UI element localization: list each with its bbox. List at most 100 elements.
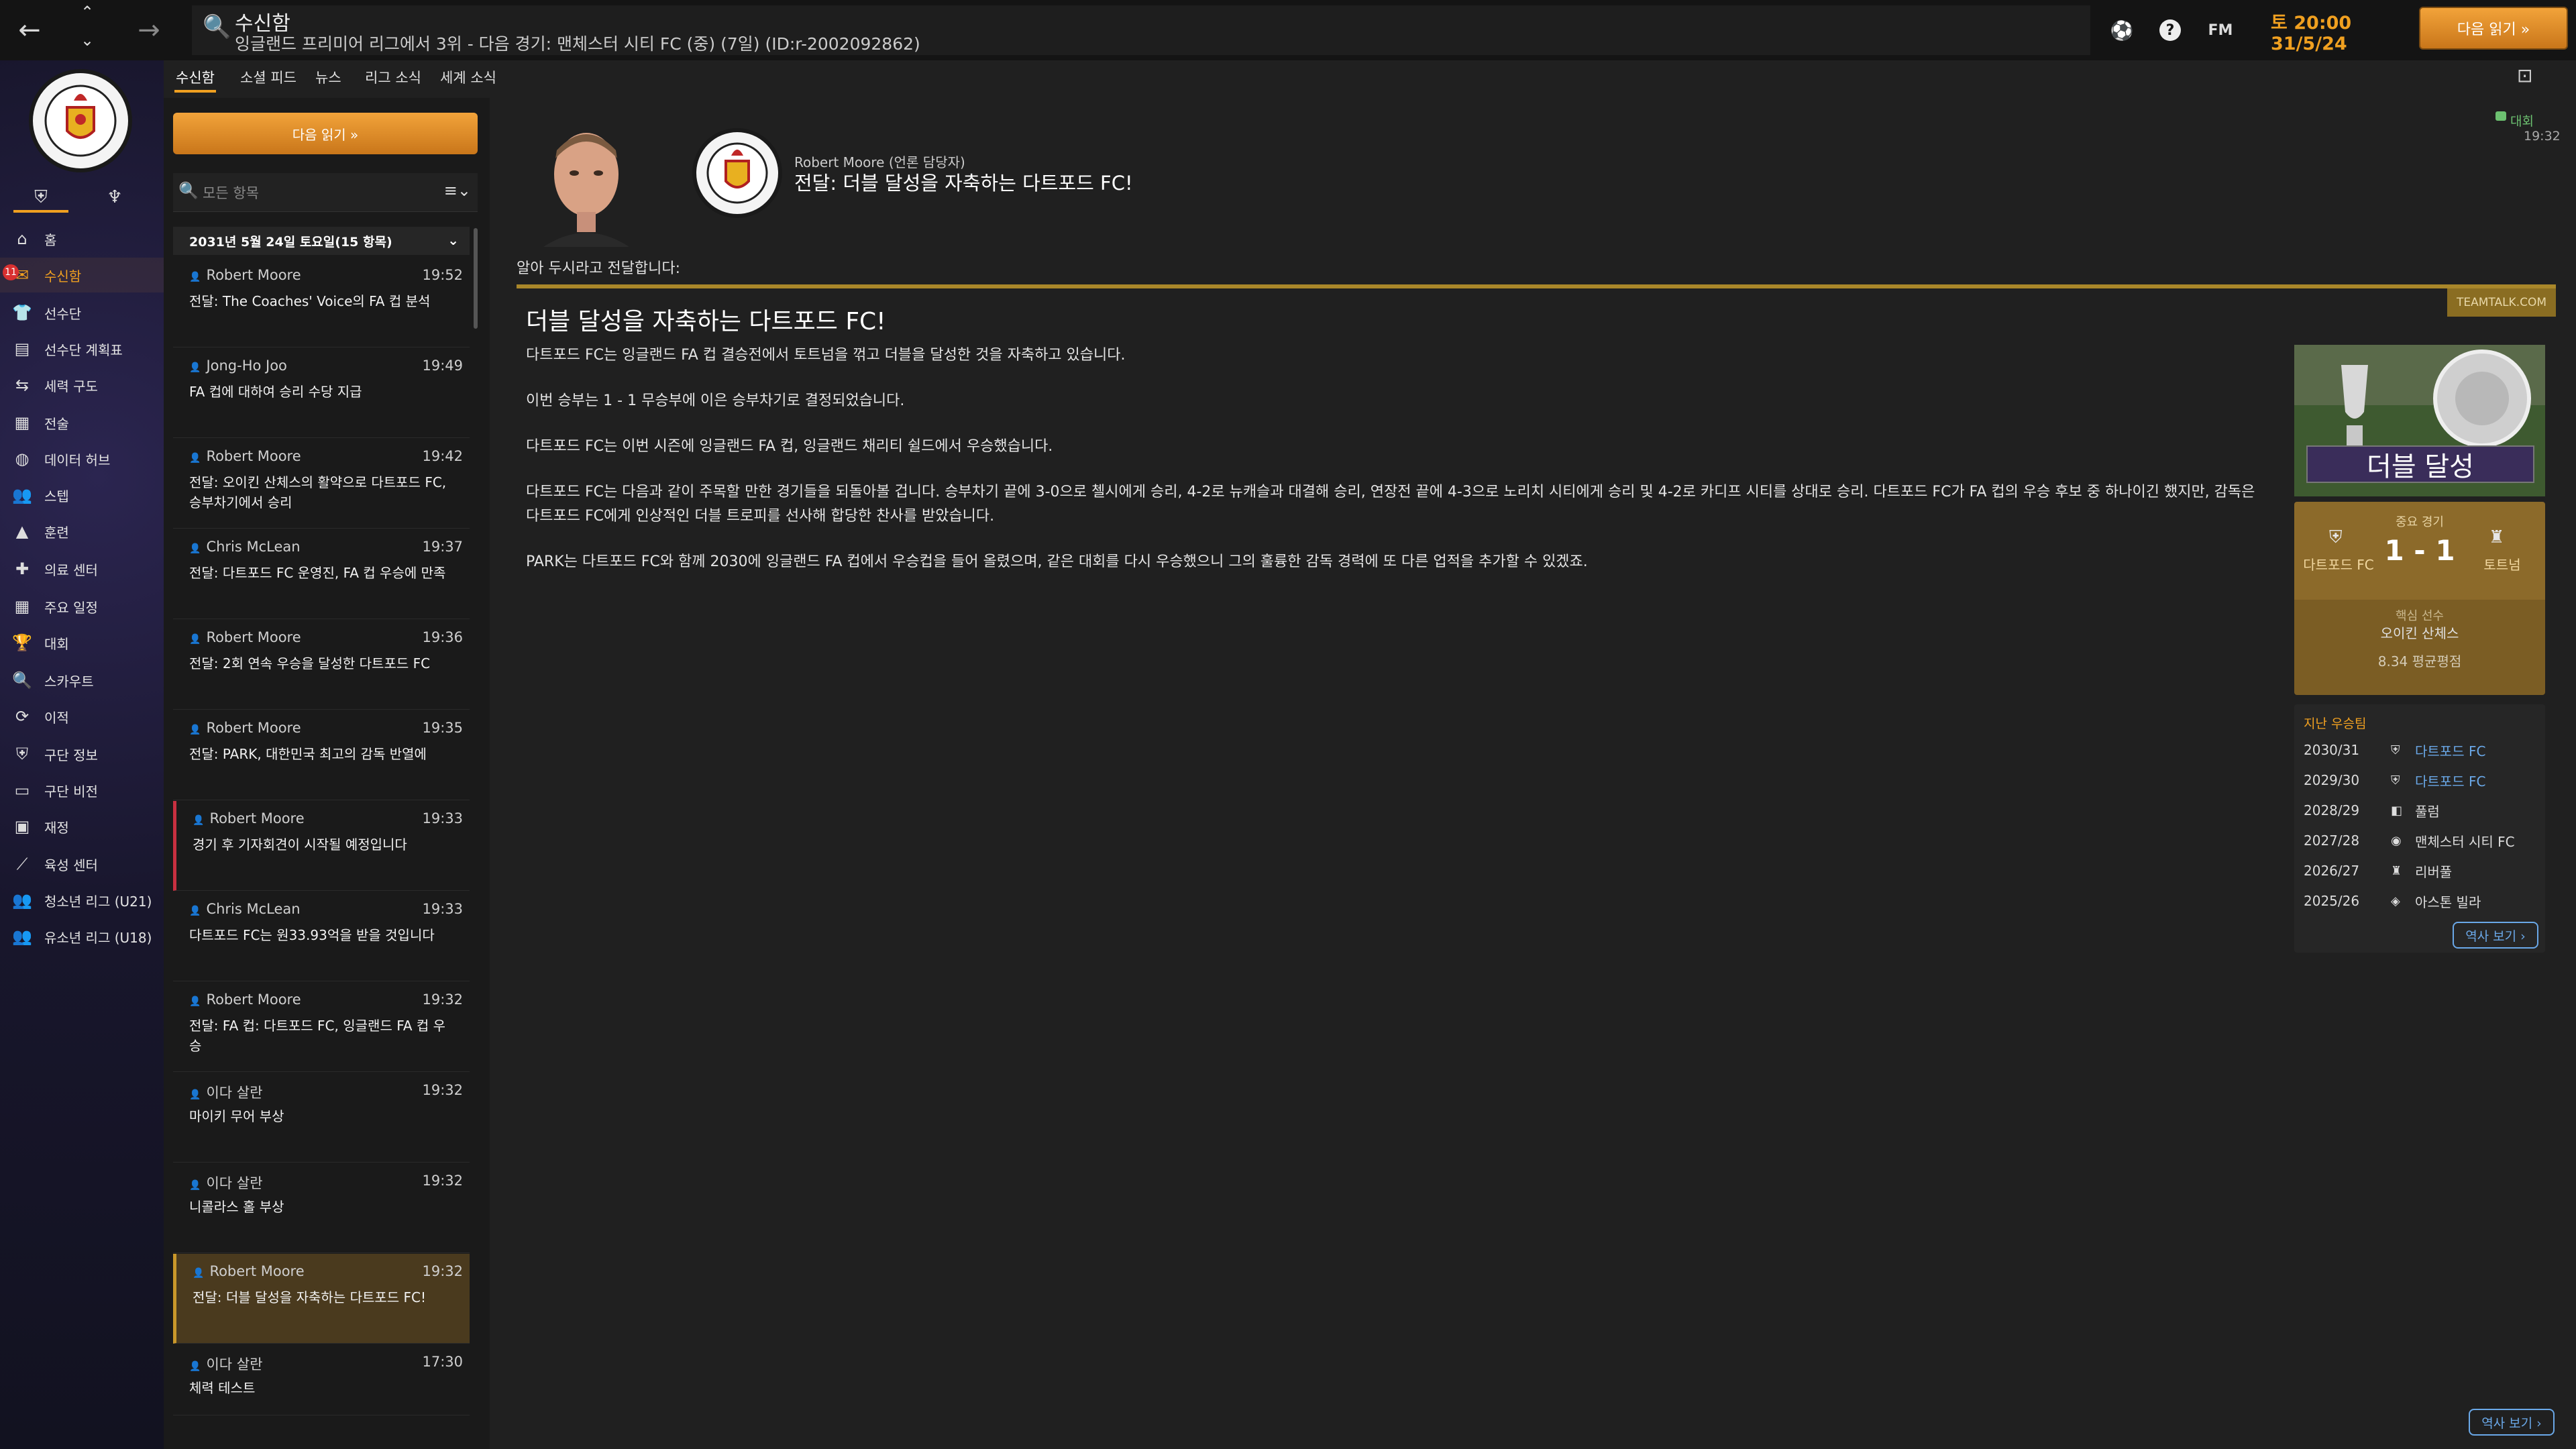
message-sender: Robert Moore — [189, 629, 301, 645]
list-item[interactable]: Robert Moore 19:35 전달: PARK, 대한민국 최고의 감독 반… — [173, 710, 470, 800]
continue-button[interactable]: 다음 읽기 » — [2419, 7, 2568, 50]
sidebar-item-training[interactable]: ▲ 훈련 — [0, 514, 164, 549]
chevron-down-icon[interactable]: ⌄ — [447, 232, 459, 248]
view-history-button[interactable]: 역사 보기 › — [2453, 922, 2538, 949]
message-time: 19:32 — [422, 1173, 463, 1189]
filter-icon[interactable]: ≡⌄ — [444, 181, 471, 200]
sidebar-item-medical[interactable]: ✚ 의료 센터 — [0, 551, 164, 586]
view-history-button-bottom[interactable]: 역사 보기 › — [2469, 1409, 2555, 1436]
previous-winners-header: 지난 우승팀 — [2304, 716, 2367, 731]
message-sender: Robert Moore — [193, 1263, 304, 1279]
transfer-icon: ⟳ — [15, 707, 30, 726]
winner-club[interactable]: 맨체스터 시티 FC — [2415, 831, 2515, 851]
message-time: 19:42 — [422, 448, 463, 464]
sidebar-item-trophy[interactable]: 🏆 대회 — [0, 625, 164, 660]
sidebar-item-tactics[interactable]: ▦ 전술 — [0, 405, 164, 440]
tab-inbox[interactable]: 수신함 — [176, 67, 215, 87]
sidebar-item-scout[interactable]: 🔍 스카우트 — [0, 663, 164, 698]
help-icon[interactable]: ? — [2155, 15, 2186, 46]
tab-news[interactable]: 뉴스 — [315, 67, 341, 87]
forward-arrow-icon[interactable]: → — [125, 0, 173, 60]
u21-icon: 👥 — [12, 891, 32, 910]
list-item[interactable]: Chris McLean 19:33 다트포드 FC는 원33.93억을 받을 것입… — [173, 892, 470, 981]
fm-menu-button[interactable]: FM — [2200, 15, 2241, 46]
list-item[interactable]: Chris McLean 19:37 전달: 다트포드 FC 운영진, FA 컵 우… — [173, 529, 470, 619]
winner-club[interactable]: 다트포드 FC — [2415, 741, 2485, 760]
list-item[interactable]: 이다 살란 19:32 마이키 무어 부상 — [173, 1073, 470, 1163]
search-box[interactable]: 🔍 모든 항목 ≡⌄ — [173, 173, 478, 212]
sidebar-item-plan[interactable]: ▤ 선수단 계획표 — [0, 331, 164, 366]
sidebar-item-label: 이적 — [44, 709, 69, 726]
sidebar-item-label: 유소년 리그 (U18) — [44, 929, 152, 946]
away-team[interactable]: 토트넘 — [2462, 554, 2542, 574]
sidebar-item-data[interactable]: ◍ 데이터 허브 — [0, 441, 164, 476]
nation-tab-icon[interactable]: ♆ — [87, 182, 142, 212]
list-item[interactable]: Robert Moore 19:32 전달: 더블 달성을 자축하는 다트포드 FC… — [173, 1254, 470, 1344]
winner-club[interactable]: 다트포드 FC — [2415, 771, 2485, 790]
article-divider — [517, 284, 2556, 288]
season: 2025/26 — [2304, 893, 2360, 909]
date-group-header[interactable]: 2031년 5월 24일 토요일(15 항목) ⌄ — [173, 227, 470, 255]
chevron-down-icon[interactable]: ⌄ — [74, 31, 101, 58]
chevron-up-icon[interactable]: ⌃ — [74, 3, 101, 30]
sidebar-item-label: 청소년 리그 (U21) — [44, 893, 152, 910]
message-view — [499, 98, 2576, 1449]
list-scrollbar[interactable] — [474, 228, 478, 329]
list-item[interactable]: 이다 살란 19:32 니콜라스 홀 부상 — [173, 1163, 470, 1253]
tab-social-feed[interactable]: 소셜 피드 — [240, 67, 297, 87]
sidebar-item-dynamics[interactable]: ⇆ 세력 구도 — [0, 368, 164, 402]
sidebar-item-home[interactable]: ⌂ 홈 — [0, 221, 164, 256]
search-input[interactable]: 모든 항목 — [203, 182, 259, 203]
winner-club[interactable]: 아스톤 빌라 — [2415, 892, 2481, 911]
screenshot-icon[interactable]: ⊡ — [2517, 64, 2544, 91]
list-item[interactable]: Robert Moore 19:52 전달: The Coaches' Voice의… — [173, 258, 470, 347]
sidebar-item-development[interactable]: ⟋ 육성 센터 — [0, 847, 164, 881]
winner-club[interactable]: 리버풀 — [2415, 861, 2452, 881]
sidebar-item-u18[interactable]: 👥 유소년 리그 (U18) — [0, 919, 164, 954]
list-item[interactable]: Robert Moore 19:33 경기 후 기자회견이 시작될 예정입니다 — [173, 801, 470, 891]
message-tag[interactable]: 대회 — [2510, 111, 2534, 129]
previous-winner-row: 2026/27 ♜ 리버풀 — [2304, 857, 2538, 884]
sidebar-item-vision[interactable]: ▭ 구단 비전 — [0, 773, 164, 808]
sidebar-item-finance[interactable]: ▣ 재정 — [0, 809, 164, 844]
article-paragraph: 이번 승부는 1 - 1 무승부에 이은 승부차기로 결정되었습니다. — [526, 392, 905, 409]
sidebar-item-transfer[interactable]: ⟳ 이적 — [0, 699, 164, 734]
home-team[interactable]: 다트포드 FC — [2298, 554, 2379, 574]
winner-club[interactable]: 풀럼 — [2415, 801, 2440, 820]
list-item[interactable]: 이다 살란 17:30 체력 테스트 — [173, 1344, 470, 1415]
message-time: 19:49 — [422, 358, 463, 374]
sidebar-item-label: 데이터 허브 — [44, 451, 111, 468]
sidebar-item-club-info[interactable]: ⛨ 구단 정보 — [0, 737, 164, 771]
sidebar-item-inbox[interactable]: ✉ 11 수신함 — [0, 258, 164, 292]
message-sender: Robert Moore — [193, 810, 304, 826]
message-time: 19:33 — [422, 901, 463, 917]
breadcrumb[interactable]: 🔍 수신함 잉글랜드 프리미어 리그에서 3위 - 다음 경기: 맨체스터 시티… — [192, 5, 2090, 55]
club-tab-icon[interactable]: ⛨ — [13, 182, 68, 212]
back-arrow-icon[interactable]: ← — [5, 0, 54, 60]
message-sender: Robert Moore — [189, 448, 301, 464]
list-item[interactable]: Jong-Ho Joo 19:49 FA 컵에 대하여 승리 수당 지급 — [173, 348, 470, 438]
tab-league-news[interactable]: 리그 소식 — [365, 67, 421, 87]
message-subject: 전달: 다트포드 FC 운영진, FA 컵 우승에 만족 — [189, 565, 446, 581]
previous-winner-row: 2030/31 ⛨ 다트포드 FC — [2304, 737, 2538, 763]
list-continue-button[interactable]: 다음 읽기 » — [173, 113, 478, 154]
message-time: 19:35 — [422, 720, 463, 736]
tab-world-news[interactable]: 세계 소식 — [440, 67, 496, 87]
club-crest-icon: ◉ — [2391, 833, 2402, 848]
message-sender: 이다 살란 — [189, 1082, 262, 1102]
dynamics-icon: ⇆ — [15, 376, 30, 394]
globe-icon[interactable]: ⚽ — [2106, 15, 2137, 46]
sidebar-item-squad[interactable]: 👕 선수단 — [0, 295, 164, 330]
club-crest[interactable] — [27, 67, 134, 174]
list-item[interactable]: Robert Moore 19:32 전달: FA 컵: 다트포드 FC, 잉글랜드… — [173, 982, 470, 1072]
list-item[interactable]: Robert Moore 19:42 전달: 오이킨 산체스의 활약으로 다트포드 … — [173, 439, 470, 529]
search-icon[interactable]: 🔍 — [203, 13, 231, 40]
message-time: 19:32 — [2524, 129, 2561, 144]
message-time: 17:30 — [422, 1354, 463, 1370]
sidebar-item-calendar[interactable]: ▦ 주요 일정 — [0, 589, 164, 624]
scout-icon: 🔍 — [12, 671, 32, 690]
sidebar-item-u21[interactable]: 👥 청소년 리그 (U21) — [0, 883, 164, 918]
message-sender: Jong-Ho Joo — [189, 358, 286, 374]
list-item[interactable]: Robert Moore 19:36 전달: 2회 연속 우승을 달성한 다트포드 … — [173, 620, 470, 710]
sidebar-item-staff[interactable]: 👥 스텝 — [0, 478, 164, 513]
